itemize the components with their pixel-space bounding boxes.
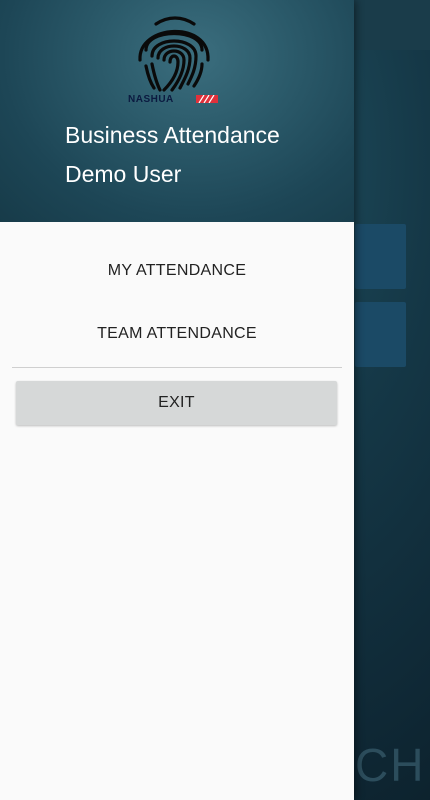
background-watermark: CH xyxy=(355,739,426,791)
exit-button[interactable]: EXIT xyxy=(16,381,337,425)
menu-divider xyxy=(12,367,342,368)
user-name: Demo User xyxy=(65,161,182,187)
navigation-drawer: NASHUA Business Attendance Demo User MY … xyxy=(0,0,354,800)
drawer-header: NASHUA Business Attendance Demo User xyxy=(0,0,354,222)
logo-wordmark: NASHUA xyxy=(128,94,174,105)
background-tile xyxy=(355,224,406,289)
background-tile xyxy=(355,302,406,367)
menu-item-my-attendance[interactable]: MY ATTENDANCE xyxy=(0,262,354,280)
logo-flag-icon xyxy=(196,95,218,103)
menu-item-team-attendance[interactable]: TEAM ATTENDANCE xyxy=(0,325,354,343)
app-title: Business Attendance xyxy=(65,122,280,148)
fingerprint-logo-icon xyxy=(138,16,210,92)
